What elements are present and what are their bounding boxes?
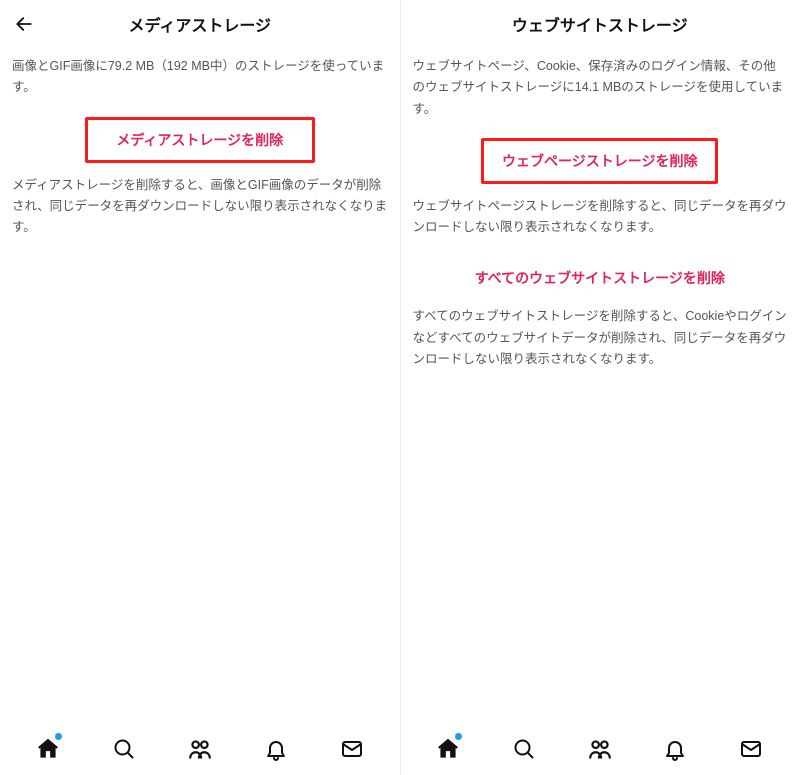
people-icon bbox=[587, 736, 613, 762]
page-title: メディアストレージ bbox=[0, 12, 400, 36]
envelope-icon bbox=[340, 737, 364, 761]
nav-search[interactable] bbox=[502, 727, 546, 771]
pane-website-storage: ウェブサイトストレージ ウェブサイトページ、Cookie、保存済みのログイン情報… bbox=[400, 0, 799, 775]
content: ウェブサイトページ、Cookie、保存済みのログイン情報、その他のウェブサイトス… bbox=[401, 48, 799, 723]
delete-webpage-storage-button[interactable]: ウェブページストレージを削除 bbox=[481, 138, 718, 184]
nav-notifications[interactable] bbox=[653, 727, 697, 771]
header: メディアストレージ bbox=[0, 0, 400, 48]
page-title: ウェブサイトストレージ bbox=[401, 12, 799, 36]
description-text: ウェブサイトページストレージを削除すると、同じデータを再ダウンロードしない限り表… bbox=[413, 196, 788, 239]
bell-icon bbox=[264, 737, 288, 761]
nav-messages[interactable] bbox=[330, 727, 374, 771]
search-icon bbox=[512, 737, 536, 761]
nav-home[interactable] bbox=[26, 727, 70, 771]
nav-search[interactable] bbox=[102, 727, 146, 771]
back-button[interactable] bbox=[10, 10, 38, 38]
nav-notifications[interactable] bbox=[254, 727, 298, 771]
delete-media-storage-button[interactable]: メディアストレージを削除 bbox=[85, 117, 315, 163]
content: 画像とGIF画像に79.2 MB（192 MB中）のストレージを使っています。 … bbox=[0, 48, 400, 723]
all-description-text: すべてのウェブサイトストレージを削除すると、Cookieやログインなどすべてのウ… bbox=[413, 306, 788, 370]
action-wrap: メディアストレージを削除 bbox=[12, 117, 388, 163]
notification-dot bbox=[55, 733, 62, 740]
intro-text: ウェブサイトページ、Cookie、保存済みのログイン情報、その他のウェブサイトス… bbox=[413, 56, 788, 120]
intro-text: 画像とGIF画像に79.2 MB（192 MB中）のストレージを使っています。 bbox=[12, 56, 388, 99]
people-icon bbox=[187, 736, 213, 762]
arrow-left-icon bbox=[14, 14, 34, 34]
envelope-icon bbox=[739, 737, 763, 761]
nav-home[interactable] bbox=[426, 727, 470, 771]
nav-messages[interactable] bbox=[729, 727, 773, 771]
bell-icon bbox=[663, 737, 687, 761]
nav-people[interactable] bbox=[178, 727, 222, 771]
action-wrap: ウェブページストレージを削除 bbox=[413, 138, 788, 184]
delete-all-website-storage-button[interactable]: すべてのウェブサイトストレージを削除 bbox=[413, 260, 788, 296]
bottom-nav bbox=[0, 723, 400, 775]
description-text: メディアストレージを削除すると、画像とGIF画像のデータが削除され、同じデータを… bbox=[12, 175, 388, 239]
pane-media-storage: メディアストレージ 画像とGIF画像に79.2 MB（192 MB中）のストレー… bbox=[0, 0, 400, 775]
header: ウェブサイトストレージ bbox=[401, 0, 799, 48]
bottom-nav bbox=[401, 723, 799, 775]
search-icon bbox=[112, 737, 136, 761]
nav-people[interactable] bbox=[578, 727, 622, 771]
